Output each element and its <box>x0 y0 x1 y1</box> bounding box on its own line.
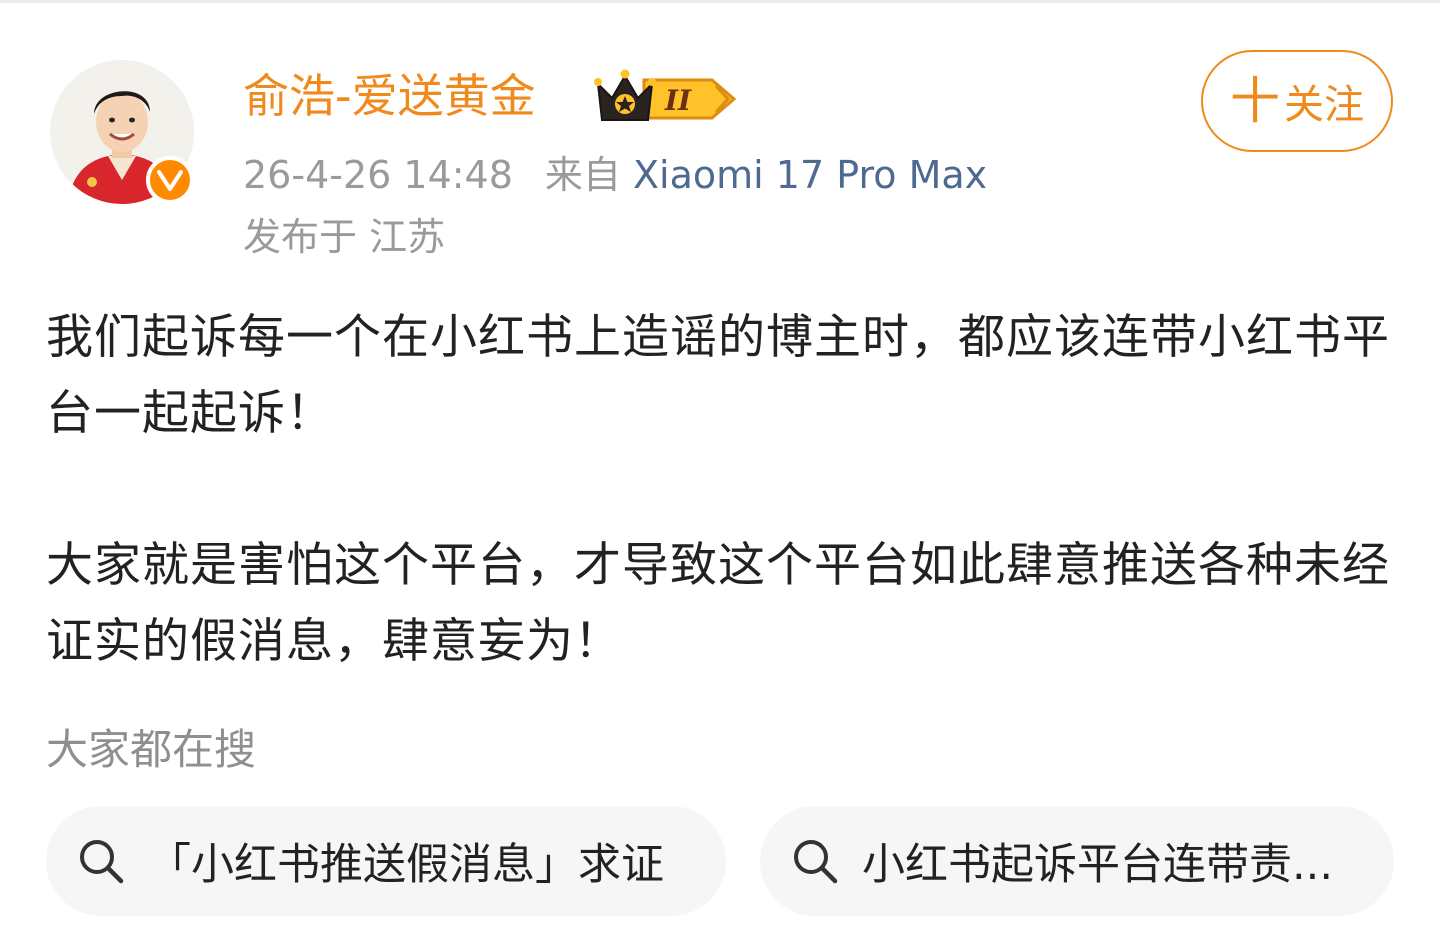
trending-search-chip[interactable]: 小红书起诉平台连带责... <box>760 806 1394 916</box>
follow-button[interactable]: 十 关注 <box>1201 50 1393 152</box>
plus-icon: 十 <box>1230 72 1280 130</box>
weibo-post-screen: 俞浩-爱送黄金 II 26-4-26 14:48 来自 Xiaomi 17 Pro… <box>0 0 1440 939</box>
trending-search-text: 小红书起诉平台连带责... <box>862 840 1334 890</box>
post-paragraph: 大家就是害怕这个平台，才导致这个平台如此肆意推送各种未经证实的假消息，肆意妄为！ <box>46 538 1390 669</box>
post-content: 我们起诉每一个在小红书上造谣的博主时，都应该连带小红书平台一起起诉！ 大家就是害… <box>46 300 1396 680</box>
trending-search-title: 大家都在搜 <box>46 725 257 774</box>
post-paragraph: 我们起诉每一个在小红书上造谣的博主时，都应该连带小红书平台一起起诉！ <box>46 310 1390 441</box>
device-link[interactable]: Xiaomi 17 Pro Max <box>633 153 987 197</box>
author-name[interactable]: 俞浩-爱送黄金 <box>243 66 536 126</box>
search-icon <box>794 840 838 884</box>
crown-rank-badge-icon: II <box>594 68 740 124</box>
post-meta: 26-4-26 14:48 来自 Xiaomi 17 Pro Max <box>243 150 987 200</box>
post-time: 26-4-26 14:48 <box>243 153 513 197</box>
trending-search-text: 「小红书推送假消息」求证 <box>148 840 664 890</box>
trending-search-chip[interactable]: 「小红书推送假消息」求证 <box>46 806 726 916</box>
search-icon <box>80 840 124 884</box>
follow-label: 关注 <box>1284 82 1364 128</box>
source-prefix: 来自 <box>544 153 621 197</box>
post-location: 发布于 江苏 <box>243 215 446 259</box>
verified-icon <box>146 156 194 204</box>
rank-badge-text: II <box>664 84 692 117</box>
top-divider <box>0 0 1440 3</box>
